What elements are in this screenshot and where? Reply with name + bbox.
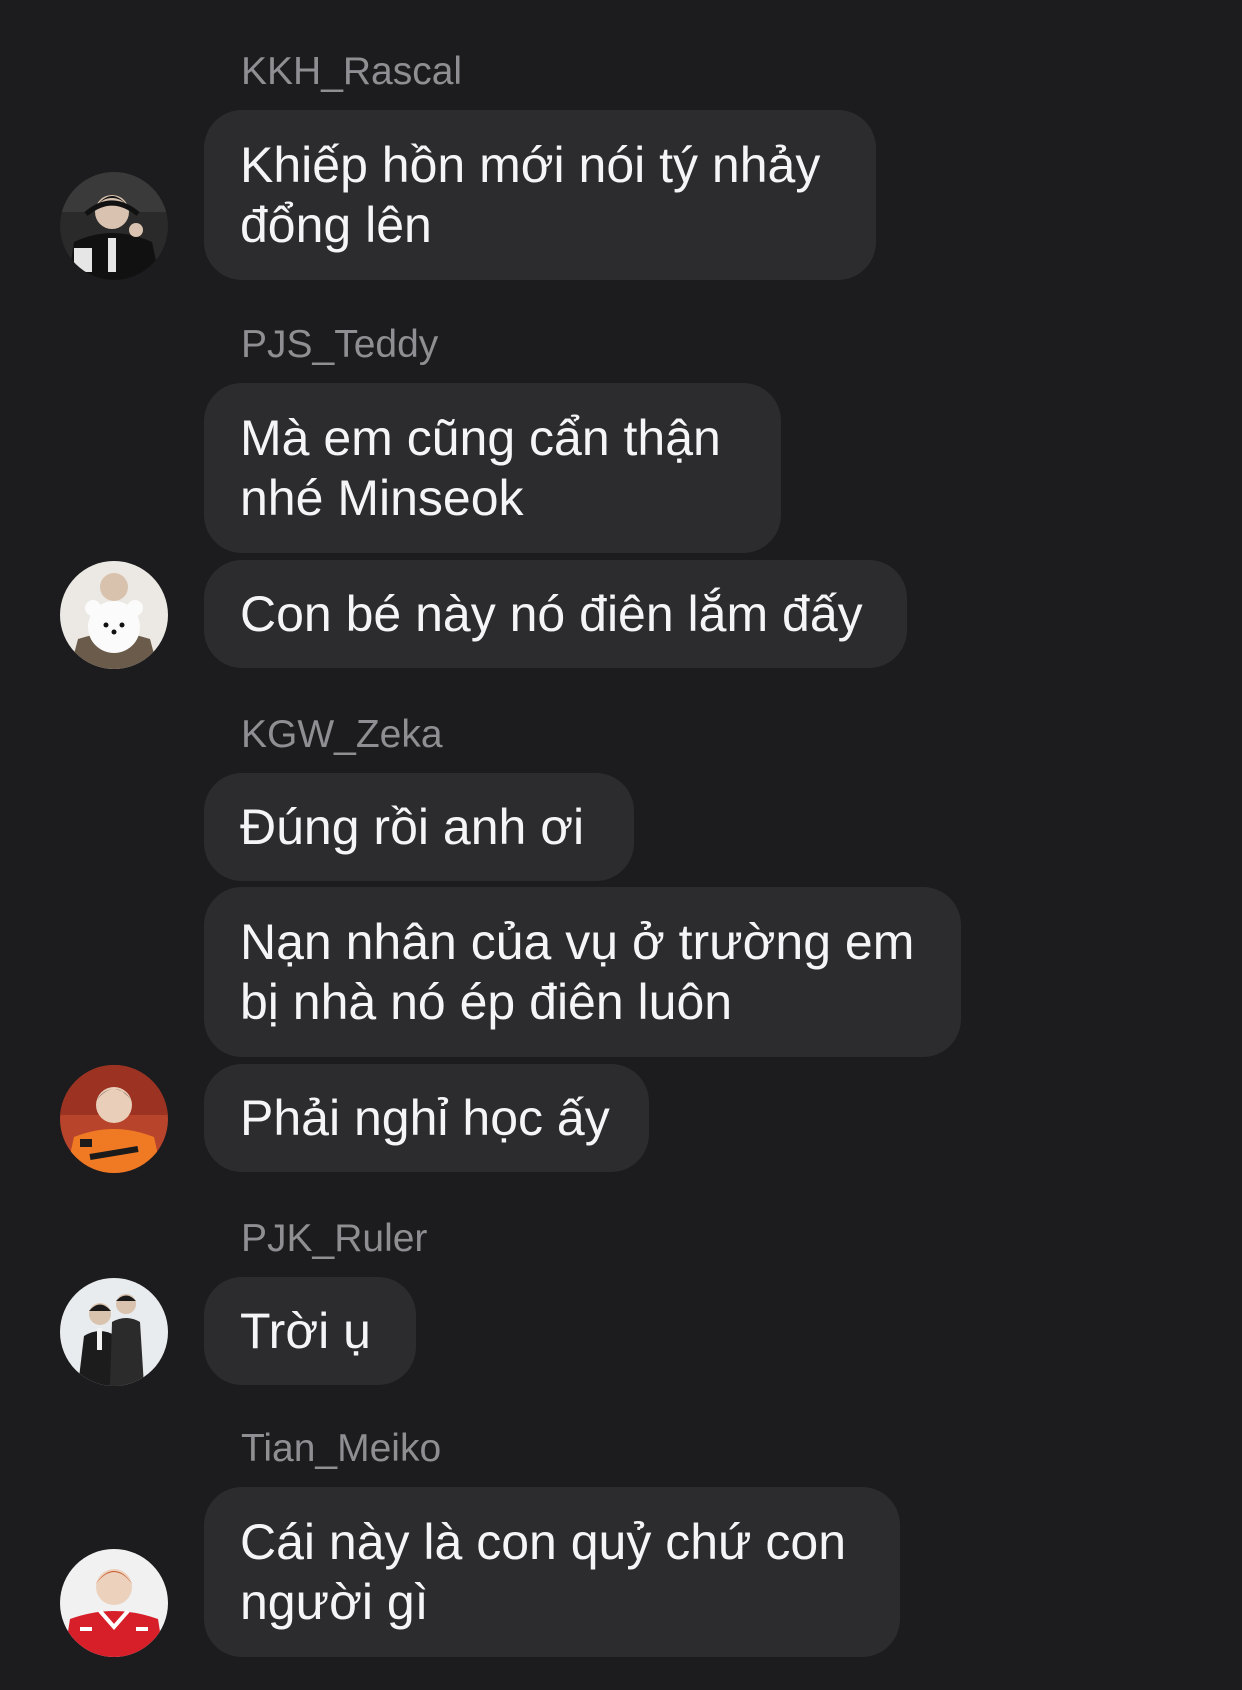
- message-bubble[interactable]: Nạn nhân của vụ ở trường em bị nhà nó ép…: [204, 887, 961, 1057]
- message-text: Khiếp hồn mới nói tý nhảy đổng lên: [240, 137, 821, 253]
- message-bubble[interactable]: Mà em cũng cẩn thận nhé Minseok: [204, 383, 781, 553]
- chat-thread: KKH_Rascal Khiếp hồn mới nói tý nhảy đổn…: [0, 0, 1242, 1690]
- sender-name: KKH_Rascal: [241, 50, 463, 93]
- message-text: Con bé này nó điên lắm đấy: [240, 586, 863, 642]
- message-text: Cái này là con quỷ chứ con người gì: [240, 1514, 847, 1630]
- sender-name: PJK_Ruler: [241, 1217, 428, 1260]
- message-text: Trời ụ: [240, 1303, 371, 1359]
- sender-name: KGW_Zeka: [241, 713, 443, 756]
- sender-name: Tian_Meiko: [241, 1427, 442, 1470]
- message-text: Đúng rồi anh ơi: [240, 799, 585, 855]
- message-text: Mà em cũng cẩn thận nhé Minseok: [240, 410, 721, 526]
- sender-name: PJS_Teddy: [241, 323, 439, 366]
- message-bubble[interactable]: Khiếp hồn mới nói tý nhảy đổng lên: [204, 110, 876, 280]
- message-bubble[interactable]: Cái này là con quỷ chứ con người gì: [204, 1487, 900, 1657]
- user-avatar-red-jersey-icon[interactable]: [60, 1549, 168, 1657]
- user-avatar-dark-jersey-icon[interactable]: [60, 172, 168, 280]
- message-bubble[interactable]: Đúng rồi anh ơi: [204, 773, 634, 881]
- user-avatar-black-suit-icon[interactable]: [60, 1278, 168, 1386]
- message-bubble[interactable]: Con bé này nó điên lắm đấy: [204, 560, 907, 668]
- message-text: Nạn nhân của vụ ở trường em bị nhà nó ép…: [240, 914, 915, 1030]
- message-text: Phải nghỉ học ấy: [240, 1090, 610, 1146]
- message-bubble[interactable]: Trời ụ: [204, 1277, 416, 1385]
- user-avatar-white-plush-icon[interactable]: [60, 561, 168, 669]
- user-avatar-orange-jersey-icon[interactable]: [60, 1065, 168, 1173]
- message-bubble[interactable]: Phải nghỉ học ấy: [204, 1064, 649, 1172]
